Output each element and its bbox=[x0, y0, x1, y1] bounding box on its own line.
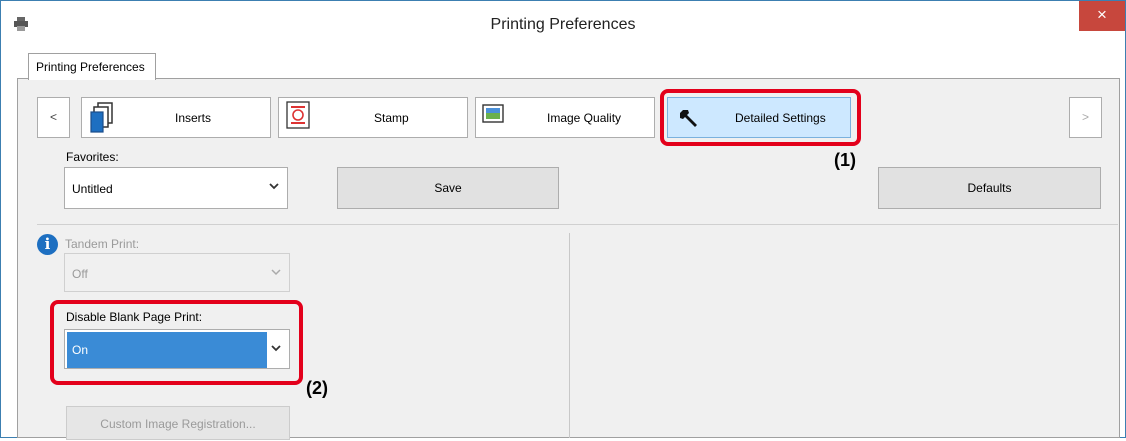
favorites-value: Untitled bbox=[72, 182, 113, 196]
window-title: Printing Preferences bbox=[490, 16, 636, 33]
save-button[interactable]: Save bbox=[337, 167, 559, 209]
highlight-box-2 bbox=[50, 300, 303, 385]
stamp-icon bbox=[286, 101, 310, 129]
tandem-print-label: Tandem Print: bbox=[65, 237, 140, 251]
favorites-label: Favorites: bbox=[66, 150, 119, 164]
image-quality-icon bbox=[482, 104, 504, 123]
info-icon: i bbox=[37, 234, 58, 255]
toolbar-item-label: Image Quality bbox=[547, 111, 622, 125]
toolbar-next-button[interactable]: > bbox=[1069, 97, 1102, 138]
toolbar-item-stamp[interactable]: Stamp bbox=[278, 97, 468, 138]
toolbar-item-label: Stamp bbox=[374, 111, 409, 125]
toolbar-item-image-quality[interactable]: Image Quality bbox=[475, 97, 655, 138]
title-bar: Printing Preferences × bbox=[1, 1, 1125, 42]
column-divider bbox=[569, 233, 570, 438]
highlight-box-1 bbox=[660, 89, 861, 146]
tab-printing-preferences[interactable]: Printing Preferences bbox=[28, 53, 156, 80]
toolbar-item-inserts[interactable]: Inserts bbox=[81, 97, 271, 138]
defaults-button[interactable]: Defaults bbox=[878, 167, 1101, 209]
inserts-icon bbox=[90, 102, 113, 133]
tandem-print-select[interactable]: Off bbox=[64, 253, 290, 292]
close-button[interactable]: × bbox=[1079, 1, 1125, 31]
chevron-down-icon bbox=[269, 183, 279, 190]
custom-image-registration-button[interactable]: Custom Image Registration... bbox=[66, 406, 290, 440]
toolbar-prev-button[interactable]: < bbox=[37, 97, 70, 138]
tandem-print-value: Off bbox=[72, 267, 88, 281]
chevron-down-icon bbox=[271, 269, 281, 276]
toolbar-item-label: Inserts bbox=[175, 111, 212, 125]
callout-2: (2) bbox=[306, 378, 328, 398]
favorites-select[interactable]: Untitled bbox=[64, 167, 288, 209]
